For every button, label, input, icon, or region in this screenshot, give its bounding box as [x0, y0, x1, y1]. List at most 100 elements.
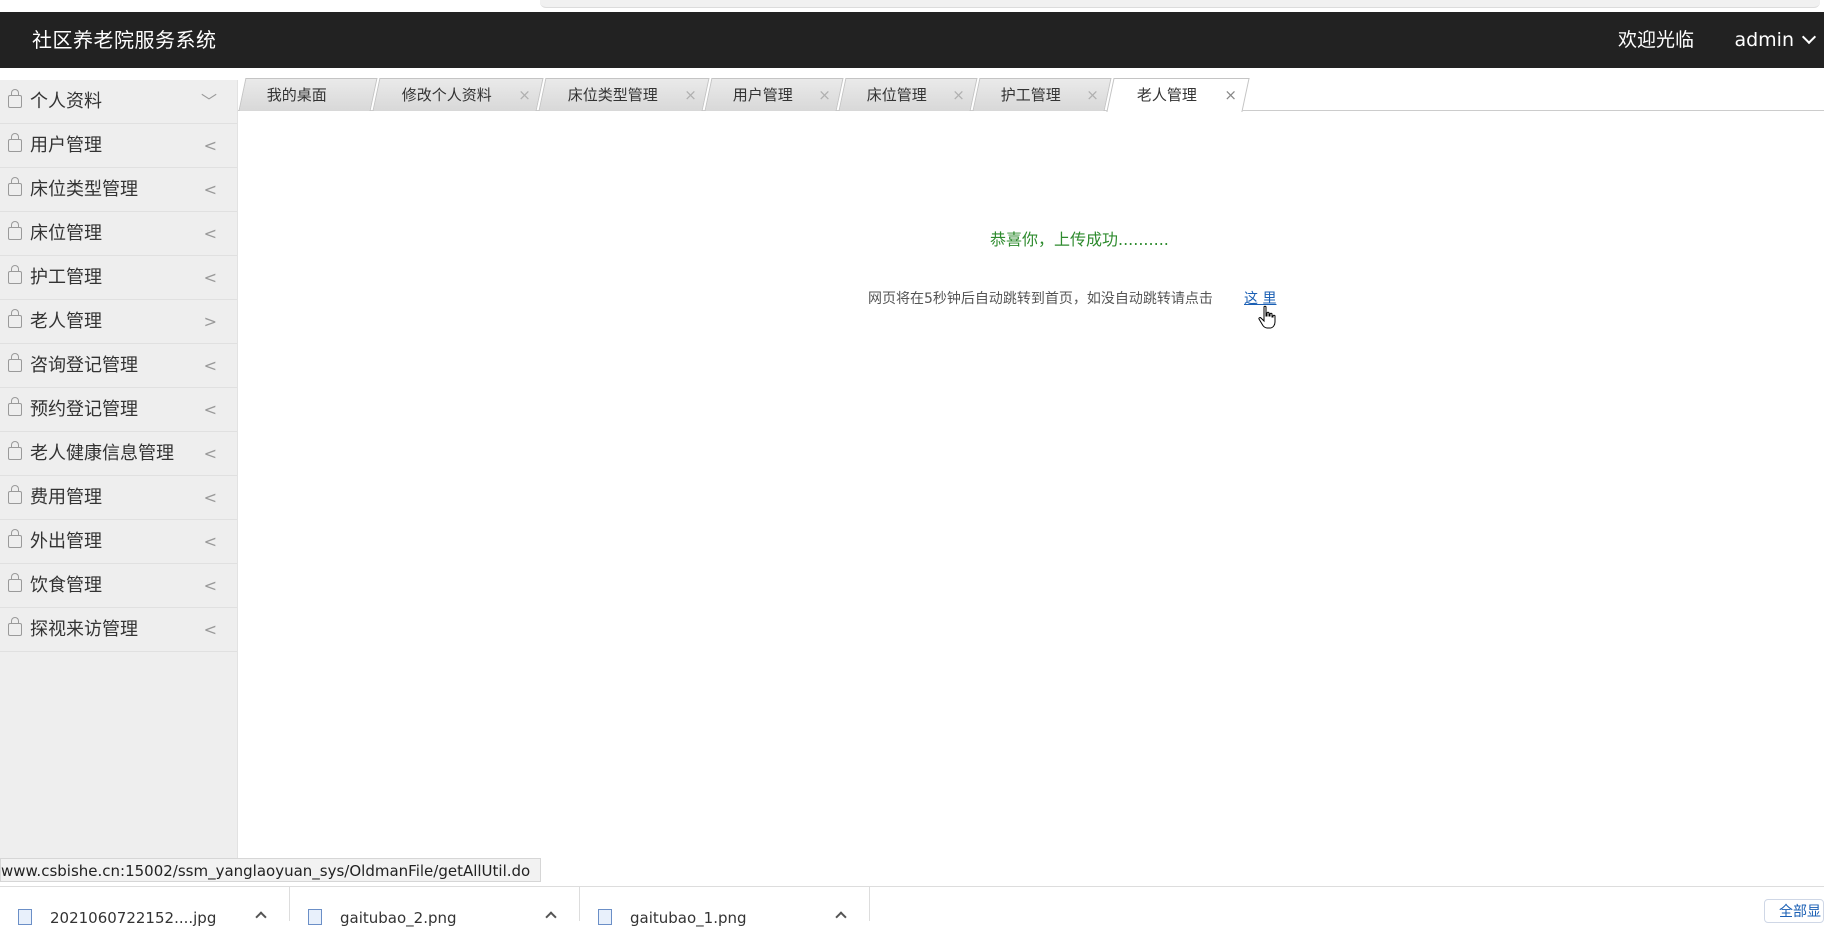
download-filename: gaitubao_2.png [340, 909, 457, 927]
tab-elderly[interactable]: 老人管理 × [1106, 78, 1250, 112]
lock-icon [8, 617, 22, 636]
sidebar-item-label: 咨询登记管理 [30, 355, 138, 376]
sidebar-item-diet[interactable]: 饮食管理 < [0, 564, 237, 608]
close-icon[interactable]: × [818, 79, 831, 112]
close-icon[interactable]: × [1224, 79, 1237, 112]
lock-icon [8, 529, 22, 548]
sidebar-item-fees[interactable]: 费用管理 < [0, 476, 237, 520]
chevron-right-icon: > [203, 312, 217, 331]
lock-icon [8, 221, 22, 240]
sidebar-item-beds[interactable]: 床位管理 < [0, 212, 237, 256]
file-icon [18, 909, 32, 925]
lock-icon [8, 353, 22, 372]
chevron-up-icon[interactable] [255, 911, 267, 923]
file-icon [598, 909, 612, 925]
lock-icon [8, 133, 22, 152]
close-icon[interactable]: × [684, 79, 697, 112]
user-name: admin [1734, 29, 1794, 51]
tab-label: 床位管理 [866, 86, 927, 104]
lock-icon [8, 177, 22, 196]
lock-icon [8, 397, 22, 416]
chevron-left-icon: < [203, 356, 217, 375]
sidebar-item-caregivers[interactable]: 护工管理 < [0, 256, 237, 300]
chevron-left-icon: < [203, 488, 217, 507]
tab-label: 我的桌面 [266, 86, 327, 104]
chevron-down-icon: ﹀ [200, 92, 217, 111]
redirect-notice: 网页将在5秒钟后自动跳转到首页，如没自动跳转请点击 [868, 291, 1213, 307]
lock-icon [8, 89, 22, 108]
sidebar-item-appointments[interactable]: 预约登记管理 < [0, 388, 237, 432]
download-filename: gaitubao_1.png [630, 909, 747, 927]
chevron-up-icon[interactable] [545, 911, 557, 923]
sidebar-item-elderly[interactable]: 老人管理 > [0, 300, 237, 344]
download-bar: 2021060722152....jpg gaitubao_2.png gait… [0, 886, 1824, 927]
tab-bar: 我的桌面 修改个人资料 × 床位类型管理 × 用户管理 × 床位管理 × 护工管理 × 老… [238, 76, 1824, 112]
welcome-text: 欢迎光临 [1617, 29, 1694, 51]
close-icon[interactable]: × [1086, 79, 1099, 112]
lock-icon [8, 309, 22, 328]
sidebar-item-label: 床位管理 [30, 223, 102, 244]
close-icon[interactable]: × [518, 79, 531, 112]
sidebar-item-profile[interactable]: 个人资料 ﹀ [0, 80, 237, 124]
sidebar-item-visits[interactable]: 探视来访管理 < [0, 608, 237, 652]
tab-caregivers[interactable]: 护工管理 × [972, 78, 1112, 112]
chevron-left-icon: < [203, 620, 217, 639]
close-icon[interactable]: × [952, 79, 965, 112]
lock-icon [8, 573, 22, 592]
chevron-left-icon: < [203, 400, 217, 419]
chevron-left-icon: < [203, 444, 217, 463]
sidebar-item-label: 老人健康信息管理 [30, 443, 174, 464]
lock-icon [8, 265, 22, 284]
sidebar-item-label: 费用管理 [30, 487, 102, 508]
sidebar-item-label: 预约登记管理 [30, 399, 138, 420]
download-filename: 2021060722152....jpg [50, 909, 217, 927]
sidebar: 个人资料 ﹀ 用户管理 < 床位类型管理 < 床位管理 < 护工管理 < 老人管理 > 咨询… [0, 80, 238, 860]
tab-edit-profile[interactable]: 修改个人资料 × [372, 78, 544, 112]
chevron-left-icon: < [203, 532, 217, 551]
tab-label: 修改个人资料 [401, 86, 492, 104]
hand-cursor-icon [1258, 305, 1276, 329]
sidebar-item-label: 外出管理 [30, 531, 102, 552]
status-bar-url: www.csbishe.cn:15002/ssm_yanglaoyuan_sys… [0, 858, 542, 882]
chevron-down-icon [1801, 29, 1817, 45]
sidebar-item-consultations[interactable]: 咨询登记管理 < [0, 344, 237, 388]
download-item[interactable]: gaitubao_2.png [290, 887, 580, 927]
tab-bed-types[interactable]: 床位类型管理 × [538, 78, 710, 112]
app-title: 社区养老院服务系统 [32, 28, 217, 52]
tab-desktop[interactable]: 我的桌面 [238, 78, 378, 111]
lock-icon [8, 441, 22, 460]
sidebar-item-label: 饮食管理 [30, 575, 102, 596]
user-menu[interactable]: admin [1734, 12, 1817, 68]
download-item[interactable]: 2021060722152....jpg [0, 887, 290, 927]
lock-icon [8, 485, 22, 504]
app-header: 社区养老院服务系统 欢迎光临 admin [0, 12, 1824, 68]
tab-label: 床位类型管理 [567, 86, 658, 104]
sidebar-item-label: 床位类型管理 [30, 179, 138, 200]
browser-top-edge [0, 0, 1824, 12]
chevron-up-icon[interactable] [835, 911, 847, 923]
download-item[interactable]: gaitubao_1.png [580, 887, 870, 927]
sidebar-item-users[interactable]: 用户管理 < [0, 124, 237, 168]
sidebar-item-outings[interactable]: 外出管理 < [0, 520, 237, 564]
tab-label: 用户管理 [732, 86, 793, 104]
sidebar-item-health-info[interactable]: 老人健康信息管理 < [0, 432, 237, 476]
tab-users[interactable]: 用户管理 × [704, 78, 844, 112]
sidebar-item-label: 个人资料 [30, 91, 102, 112]
file-icon [308, 909, 322, 925]
sidebar-item-bed-types[interactable]: 床位类型管理 < [0, 168, 237, 212]
tab-label: 护工管理 [1000, 86, 1061, 104]
chevron-left-icon: < [203, 136, 217, 155]
chevron-left-icon: < [203, 224, 217, 243]
sidebar-item-label: 老人管理 [30, 311, 102, 332]
sidebar-item-label: 探视来访管理 [30, 619, 138, 640]
sidebar-item-label: 用户管理 [30, 135, 102, 156]
show-all-downloads-button[interactable]: 全部显示 [1764, 899, 1824, 923]
chevron-left-icon: < [203, 268, 217, 287]
chevron-left-icon: < [203, 576, 217, 595]
tab-label: 老人管理 [1136, 86, 1197, 104]
chevron-left-icon: < [203, 180, 217, 199]
content-area [238, 111, 1824, 860]
upload-success-message: 恭喜你，上传成功.......... [990, 230, 1169, 249]
browser-address-edge [540, 0, 1820, 8]
tab-beds[interactable]: 床位管理 × [838, 78, 978, 112]
